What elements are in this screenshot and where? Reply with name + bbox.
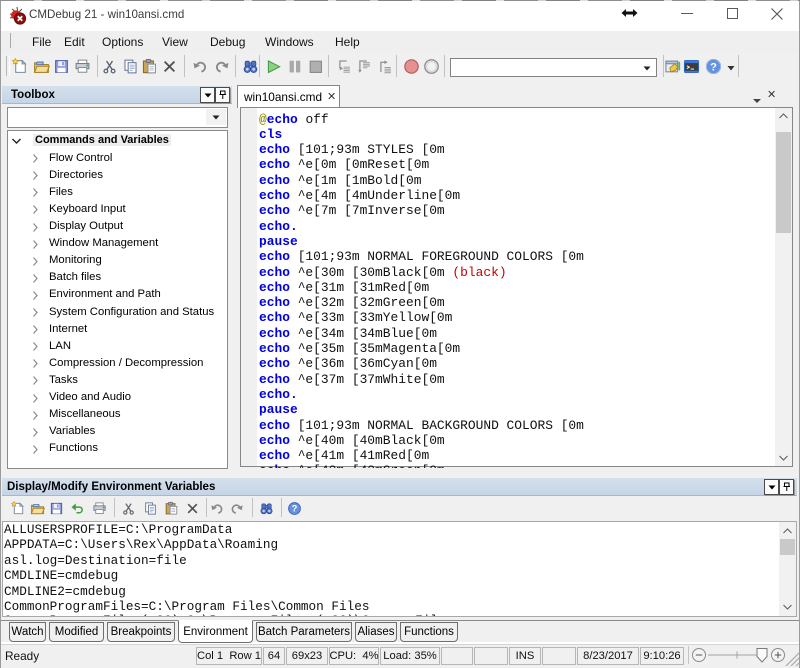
- svg-text:?: ?: [710, 61, 717, 73]
- svg-text:?: ?: [291, 503, 297, 513]
